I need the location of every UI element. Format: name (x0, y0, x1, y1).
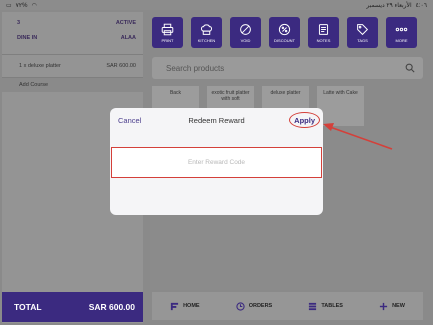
item-price: SAR 600.00 (106, 63, 136, 69)
nav-new[interactable]: NEW (379, 302, 405, 311)
search-bar[interactable]: Search products (152, 57, 423, 79)
void-button[interactable]: VOID (230, 17, 261, 48)
tags-label: TAGS (357, 37, 368, 43)
kitchen-button[interactable]: KITCHEN (191, 17, 222, 48)
discount-label: DISCOUNT (274, 37, 295, 43)
wifi-icon: ◠ (31, 2, 37, 9)
search-placeholder: Search products (166, 63, 225, 73)
order-number: 3 (17, 20, 21, 26)
home-logo-icon (170, 302, 179, 310)
nav-tables-label: TABLES (321, 303, 343, 309)
battery-icon: ▭ (6, 2, 12, 9)
tables-icon (309, 302, 317, 310)
void-icon (240, 23, 251, 35)
discount-icon (278, 23, 291, 35)
more-button[interactable]: MORE (386, 17, 417, 48)
nav-tables[interactable]: TABLES (308, 302, 343, 311)
status-bar: ▭ ٧٢% ◠ الأربعاء ٢٩ ديسمبر ٤:٠٦ (0, 0, 433, 10)
notes-button[interactable]: NOTES (308, 17, 339, 48)
nav-home-label: HOME (183, 303, 200, 309)
item-name: 1 x deluxe platter (19, 63, 61, 69)
order-type[interactable]: DINE IN (17, 35, 37, 41)
redeem-reward-dialog: Cancel Redeem Reward Apply Enter Reward … (110, 108, 323, 215)
discount-button[interactable]: DISCOUNT (269, 17, 300, 48)
chef-hat-icon (200, 23, 213, 35)
action-toolbar: PRINT KITCHEN VOID DISCOUNT NOTES TAGS M… (152, 17, 417, 48)
notes-label: NOTES (316, 37, 331, 43)
order-line-item[interactable]: 1 x deluxe platter SAR 600.00 (2, 55, 143, 77)
nav-home[interactable]: HOME (170, 302, 200, 311)
void-label: VOID (240, 37, 251, 43)
more-icon (395, 27, 408, 31)
kitchen-label: KITCHEN (197, 37, 216, 43)
order-server[interactable]: ALAA (121, 35, 136, 41)
bottom-nav: HOME ORDERS TABLES NEW (152, 292, 423, 320)
notes-icon (318, 23, 329, 35)
more-label: MORE (395, 37, 408, 43)
search-icon[interactable] (405, 63, 415, 73)
total-value: SAR 600.00 (88, 302, 135, 312)
printer-icon (161, 23, 174, 35)
reward-code-placeholder: Enter Reward Code (187, 159, 246, 166)
total-label: TOTAL (14, 302, 42, 312)
tags-button[interactable]: TAGS (347, 17, 378, 48)
total-bar[interactable]: TOTAL SAR 600.00 (2, 292, 143, 322)
print-label: PRINT (161, 37, 174, 43)
status-date: الأربعاء ٢٩ ديسمبر (366, 2, 412, 9)
nav-orders[interactable]: ORDERS (236, 301, 273, 311)
orders-icon (236, 301, 245, 311)
nav-orders-label: ORDERS (248, 303, 273, 309)
status-time: ٤:٠٦ (415, 2, 427, 9)
add-course-button[interactable]: Add Course (2, 78, 143, 92)
nav-new-label: NEW (392, 303, 405, 309)
tags-icon (357, 23, 369, 35)
apply-button[interactable]: Apply (294, 116, 315, 125)
reward-code-input[interactable]: Enter Reward Code (111, 147, 322, 178)
battery-percent: ٧٢% (15, 2, 28, 9)
product-tile[interactable]: Latte with Cake (317, 86, 364, 126)
cancel-button[interactable]: Cancel (118, 116, 141, 125)
order-state: ACTIVE (115, 20, 136, 26)
plus-icon (379, 302, 388, 310)
print-button[interactable]: PRINT (152, 17, 183, 48)
